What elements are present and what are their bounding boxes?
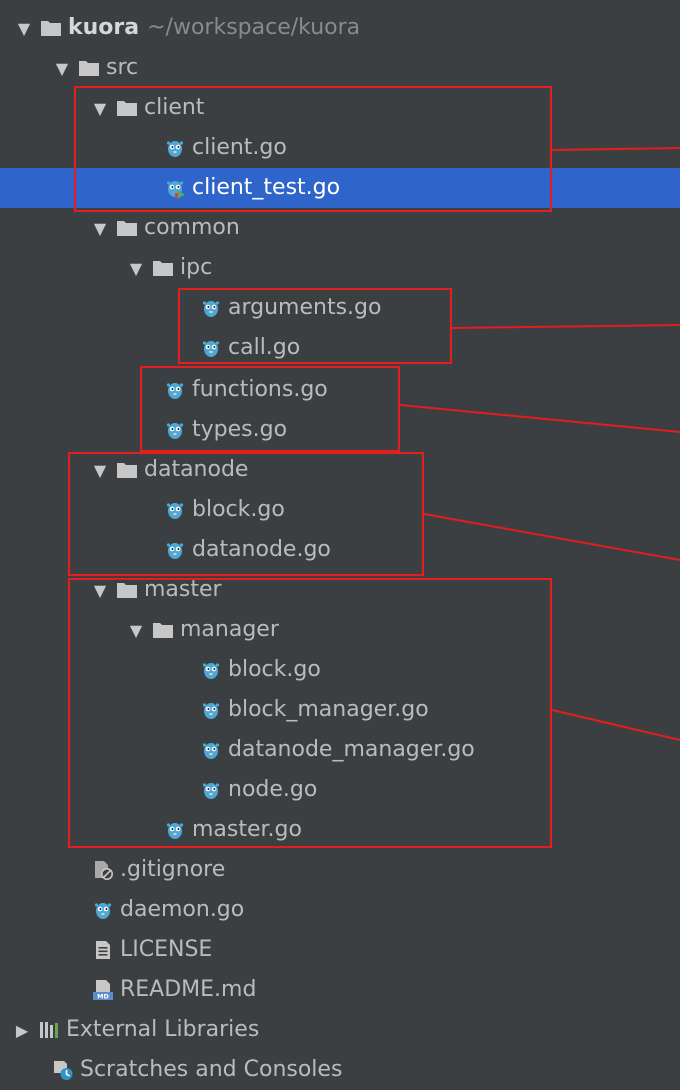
annotation-line-master	[551, 709, 680, 741]
annotation-line-common-files	[399, 404, 680, 433]
annotation-line-ipc	[451, 324, 680, 329]
annotation-leader-lines	[399, 147, 680, 741]
annotation-line-client	[551, 147, 680, 151]
annotation-line-datanode	[423, 513, 680, 561]
